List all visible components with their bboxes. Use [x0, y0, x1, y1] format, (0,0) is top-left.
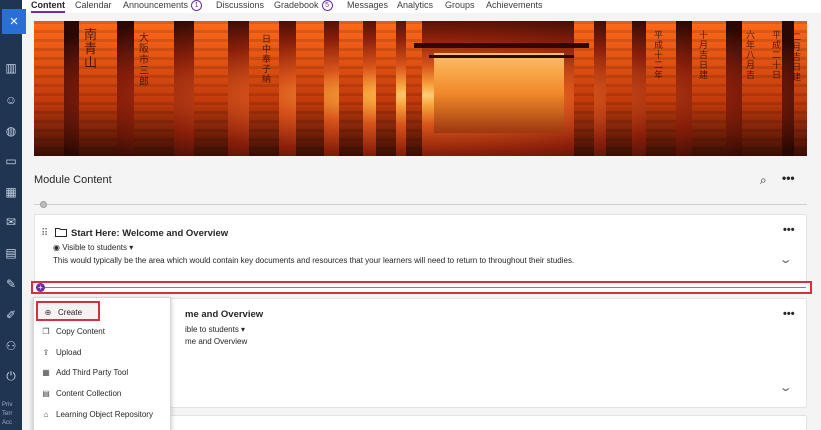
tool-icon: ▦: [42, 368, 50, 377]
institution-icon[interactable]: ▥: [3, 60, 19, 76]
calendar-icon[interactable]: ▦: [3, 184, 19, 200]
caret-down-icon: ▾: [238, 325, 246, 334]
visibility-dropdown[interactable]: ◉ Visible to students ▾: [53, 243, 133, 252]
collection-icon: ▤: [42, 389, 50, 398]
footer-accessibility-link[interactable]: Acc: [2, 419, 12, 427]
menu-item-add-third-party-tool[interactable]: ▦ Add Third Party Tool: [34, 363, 170, 383]
item-title[interactable]: Start Here: Welcome and Overview: [71, 228, 228, 239]
add-content-dot[interactable]: [40, 201, 47, 208]
courses-icon[interactable]: ▭: [3, 153, 19, 169]
divider: [34, 204, 807, 205]
edit-icon[interactable]: ✐: [3, 307, 19, 323]
item-title[interactable]: me and Overview: [185, 309, 263, 320]
eye-icon: ◉: [53, 243, 63, 252]
folder-icon: [55, 228, 67, 237]
grades-icon[interactable]: ▤: [3, 245, 19, 261]
drag-handle-icon[interactable]: ⠿: [41, 228, 48, 239]
menu-item-learning-object-repository[interactable]: ⌂ Learning Object Repository: [34, 405, 170, 425]
caret-down-icon: ▾: [126, 243, 134, 252]
tab-discussions[interactable]: Discussions: [216, 0, 264, 11]
copy-icon: ❐: [42, 327, 50, 336]
user-icon[interactable]: ☺: [3, 92, 19, 108]
course-banner-image: 南青山 大阪市三郎 日中奉子納 平成十二年 十月吉日建 六年八月吉 平成二十日 …: [34, 21, 807, 156]
module-more-options-icon[interactable]: •••: [782, 171, 795, 185]
course-tabs: Content Calendar Announcements 1 Discussi…: [22, 0, 821, 13]
add-plus-icon[interactable]: +: [36, 283, 45, 292]
tab-calendar[interactable]: Calendar: [75, 0, 112, 11]
tab-achievements[interactable]: Achievements: [486, 0, 543, 11]
close-icon[interactable]: ×: [2, 9, 26, 34]
item-description: This would typically be the area which w…: [53, 256, 575, 265]
tab-analytics[interactable]: Analytics: [397, 0, 433, 11]
signout-icon[interactable]: ⏻: [3, 368, 19, 384]
footer-terms-link[interactable]: Terr: [2, 410, 12, 418]
tab-announcements[interactable]: Announcements 1: [123, 0, 203, 11]
content-item-folder[interactable]: ⠿ Start Here: Welcome and Overview ◉ Vis…: [34, 214, 807, 283]
item-more-options-icon[interactable]: •••: [783, 224, 795, 236]
left-navigation-rail: × ▥ ☺ ◍ ▭ ▦ ✉ ▤ ✎ ✐ ⚇ ⏻ Priv Terr Acc: [0, 0, 26, 430]
announcements-count-badge: 1: [191, 0, 203, 11]
tab-content[interactable]: Content: [31, 0, 65, 13]
course-content-area: 南青山 大阪市三郎 日中奉子納 平成十二年 十月吉日建 六年八月吉 平成二十日 …: [22, 13, 821, 430]
add-content-bar[interactable]: +: [31, 281, 812, 294]
chevron-down-icon[interactable]: ⌄: [779, 381, 793, 394]
item-more-options-icon[interactable]: •••: [783, 308, 795, 320]
menu-item-upload[interactable]: ⇪ Upload: [34, 343, 170, 363]
tab-messages[interactable]: Messages: [347, 0, 388, 11]
menu-item-content-collection[interactable]: ▤ Content Collection: [34, 384, 170, 404]
gradebook-count-badge: 5: [321, 0, 333, 11]
visibility-dropdown[interactable]: ible to students ▾: [185, 325, 245, 334]
tab-gradebook[interactable]: Gradebook 5: [274, 0, 333, 11]
search-icon[interactable]: ⌕: [760, 173, 767, 188]
tools-icon[interactable]: ✎: [3, 276, 19, 292]
globe-icon[interactable]: ◍: [3, 123, 19, 139]
profile-icon[interactable]: ⚇: [3, 338, 19, 354]
plus-circle-icon: ⊕: [44, 308, 52, 317]
item-description: me and Overview: [185, 337, 248, 346]
menu-item-copy-content[interactable]: ❐ Copy Content: [34, 322, 170, 342]
messages-icon[interactable]: ✉: [3, 214, 19, 230]
menu-item-create[interactable]: ⊕ Create: [36, 301, 100, 321]
tab-groups[interactable]: Groups: [445, 0, 475, 11]
upload-icon: ⇪: [42, 348, 50, 357]
module-content-heading: Module Content: [34, 174, 112, 186]
repository-icon: ⌂: [43, 410, 49, 419]
footer-privacy-link[interactable]: Priv: [2, 401, 12, 409]
chevron-down-icon[interactable]: ⌄: [779, 253, 793, 266]
create-menu: ⊕ Create ❐ Copy Content ⇪ Upload ▦ Add T…: [33, 297, 171, 430]
